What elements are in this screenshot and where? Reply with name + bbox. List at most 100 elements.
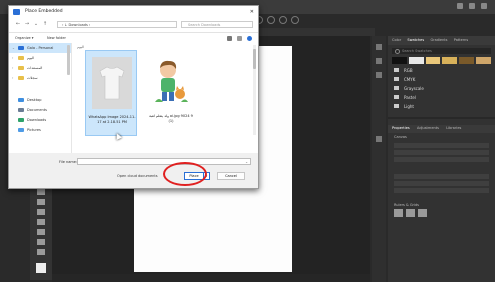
nav-item-folder[interactable]: › سجلات: [9, 73, 71, 83]
window-controls[interactable]: [451, 3, 487, 10]
nav-item-gala-personal[interactable]: ⌄ Gala - Personal: [9, 43, 71, 53]
nav-item-pictures[interactable]: Pictures: [9, 125, 71, 135]
search-input[interactable]: Search Downloads: [181, 21, 253, 28]
property-field[interactable]: [394, 174, 489, 179]
tab-properties[interactable]: Properties: [392, 126, 410, 130]
maximize-icon[interactable]: [469, 3, 475, 9]
download-icon: [18, 118, 24, 122]
pen-tool-icon[interactable]: [37, 229, 45, 235]
nav-item-folder[interactable]: › اليوم: [9, 53, 71, 63]
scrollbar[interactable]: [67, 45, 70, 75]
tab-adjustments[interactable]: Adjustments: [417, 126, 439, 130]
close-icon[interactable]: ✕: [250, 6, 254, 18]
scrollbar[interactable]: [253, 45, 256, 135]
recent-swatches: [392, 57, 491, 64]
hand-tool-icon[interactable]: [37, 239, 45, 245]
status-bar: [52, 274, 370, 282]
swatch-group-pastel[interactable]: Pastel: [392, 93, 491, 102]
properties-panel-tabs: Properties Adjustments Libraries: [388, 125, 495, 133]
ruler-icon[interactable]: [394, 209, 403, 217]
tab-swatches[interactable]: Swatches: [407, 38, 424, 42]
view-options-icon[interactable]: [226, 36, 232, 41]
guides-icon[interactable]: [418, 209, 427, 217]
panel-icon[interactable]: [376, 136, 382, 142]
property-field[interactable]: [394, 157, 489, 162]
cloud-icon: [18, 46, 24, 50]
tab-gradients[interactable]: Gradients: [430, 38, 447, 42]
property-field[interactable]: [394, 188, 489, 193]
panel-icon[interactable]: [376, 58, 382, 64]
option-icon[interactable]: [279, 16, 287, 24]
nav-item-label: Downloads: [27, 118, 47, 122]
dialog-titlebar: Place Embedded ✕: [9, 6, 258, 18]
chevron-right-icon[interactable]: ›: [12, 73, 13, 83]
swatch[interactable]: [459, 57, 475, 64]
swatch[interactable]: [476, 57, 491, 64]
organize-button[interactable]: Organize ▾: [15, 33, 34, 43]
swatch[interactable]: [425, 57, 441, 64]
preview-pane-icon[interactable]: [236, 36, 242, 41]
nav-item-folder[interactable]: › المستندات: [9, 63, 71, 73]
panel-icon[interactable]: [376, 72, 382, 78]
grid-icon[interactable]: [406, 209, 415, 217]
gradient-tool-icon[interactable]: [37, 209, 45, 215]
swatch-group-light[interactable]: Light: [392, 102, 491, 111]
tshirt-thumbnail: [92, 57, 132, 109]
property-field[interactable]: [394, 150, 489, 155]
option-icon[interactable]: [267, 16, 275, 24]
chevron-down-icon[interactable]: ⌄: [245, 159, 248, 165]
tools-panel: [30, 185, 52, 280]
zoom-tool-icon[interactable]: [37, 249, 45, 255]
file-list: اليوم WhatsApp Image 2024-11-17 at 2.18.…: [73, 43, 258, 153]
color-swatch-icon[interactable]: [36, 263, 46, 273]
tab-patterns[interactable]: Patterns: [454, 38, 468, 42]
new-folder-button[interactable]: New folder: [47, 33, 66, 43]
property-field[interactable]: [394, 143, 489, 148]
swatch[interactable]: [408, 57, 424, 64]
chevron-down-icon[interactable]: ⌄: [12, 43, 15, 53]
nav-item-downloads[interactable]: Downloads: [9, 115, 71, 125]
file-name-label: File name:: [59, 160, 78, 164]
nav-item-desktop[interactable]: Desktop: [9, 95, 71, 105]
dialog-footer: File name: ⌄ Open cloud documents Place …: [9, 153, 258, 188]
nav-item-documents[interactable]: Documents: [9, 105, 71, 115]
file-item[interactable]: ولد يتعلم لعبة ai.jpg 9024 9 (1): [145, 50, 197, 136]
swatch-group-grayscale[interactable]: Grayscale: [392, 84, 491, 93]
dialog-title: Place Embedded: [25, 9, 63, 14]
brush-tool-icon[interactable]: [37, 189, 45, 195]
help-icon[interactable]: [247, 36, 252, 41]
document-tab[interactable]: [255, 28, 375, 36]
tab-color[interactable]: Color: [392, 38, 401, 42]
open-cloud-documents-button[interactable]: Open cloud documents: [117, 173, 158, 180]
chevron-down-icon[interactable]: ⌄: [33, 21, 39, 27]
swatch[interactable]: [392, 57, 407, 64]
text-tool-icon[interactable]: [37, 219, 45, 225]
file-item[interactable]: WhatsApp Image 2024-11-17 at 2.18.51 PM: [85, 50, 137, 136]
panel-icon[interactable]: [376, 44, 382, 50]
folder-icon: [18, 76, 24, 80]
minimize-icon[interactable]: [457, 3, 463, 9]
swatch-group-rgb[interactable]: RGB: [392, 66, 491, 75]
swatch-search-input[interactable]: Search Swatches: [392, 48, 491, 54]
close-window-icon[interactable]: [481, 3, 487, 9]
folder-icon: [18, 56, 24, 60]
file-name-input[interactable]: ⌄: [77, 158, 251, 165]
scrollbar-thumb[interactable]: [253, 49, 256, 69]
documents-icon: [18, 108, 24, 112]
tab-libraries[interactable]: Libraries: [446, 126, 461, 130]
cancel-button[interactable]: Cancel: [217, 172, 245, 180]
swatch-group-cmyk[interactable]: CMYK: [392, 75, 491, 84]
swatch[interactable]: [442, 57, 458, 64]
forward-arrow-icon[interactable]: →: [24, 21, 30, 27]
chevron-right-icon[interactable]: ›: [12, 63, 13, 73]
options-bar: [255, 16, 385, 26]
nav-item-label: Gala - Personal: [27, 46, 54, 50]
right-panels: Color Swatches Gradients Patterns Search…: [388, 36, 495, 282]
back-arrow-icon[interactable]: ←: [15, 21, 21, 27]
eraser-tool-icon[interactable]: [37, 199, 45, 205]
property-field[interactable]: [394, 181, 489, 186]
option-icon[interactable]: [291, 16, 299, 24]
chevron-right-icon[interactable]: ›: [12, 53, 13, 63]
up-arrow-icon[interactable]: ↑: [42, 21, 48, 27]
address-bar[interactable]: › ↓ Downloads ›: [57, 21, 177, 28]
